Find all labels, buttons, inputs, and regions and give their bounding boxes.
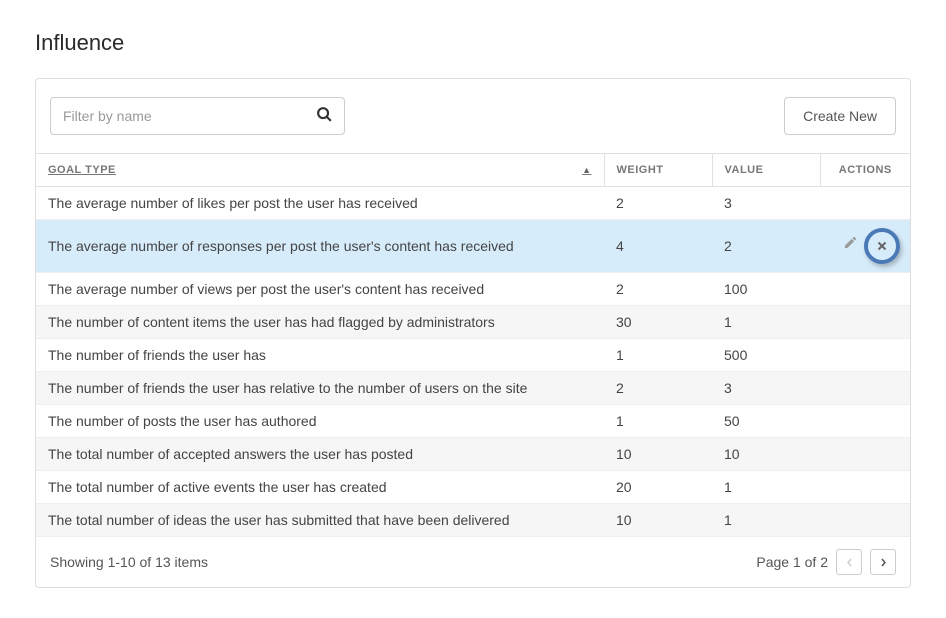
page-label: Page 1 of 2 bbox=[756, 554, 828, 570]
goal-type-cell: The average number of views per post the… bbox=[36, 273, 604, 306]
table-row[interactable]: The average number of likes per post the… bbox=[36, 187, 910, 220]
table-row[interactable]: The number of friends the user has relat… bbox=[36, 372, 910, 405]
page-title: Influence bbox=[35, 30, 911, 56]
value-cell: 100 bbox=[712, 273, 820, 306]
value-cell: 1 bbox=[712, 306, 820, 339]
influence-table: GOAL TYPE ▲ WEIGHT VALUE ACTIONS The ave… bbox=[36, 153, 910, 537]
value-cell: 50 bbox=[712, 405, 820, 438]
search-icon[interactable] bbox=[316, 106, 333, 126]
column-header-label: GOAL TYPE bbox=[48, 164, 116, 176]
actions-cell bbox=[820, 504, 910, 537]
prev-page-button[interactable] bbox=[836, 549, 862, 575]
value-cell: 1 bbox=[712, 471, 820, 504]
table-row[interactable]: The average number of views per post the… bbox=[36, 273, 910, 306]
column-header-weight[interactable]: WEIGHT bbox=[604, 154, 712, 187]
value-cell: 1 bbox=[712, 504, 820, 537]
value-cell: 3 bbox=[712, 187, 820, 220]
goal-type-cell: The number of friends the user has relat… bbox=[36, 372, 604, 405]
actions-cell bbox=[820, 372, 910, 405]
weight-cell: 1 bbox=[604, 405, 712, 438]
goal-type-cell: The total number of accepted answers the… bbox=[36, 438, 604, 471]
weight-cell: 1 bbox=[604, 339, 712, 372]
delete-highlight-circle bbox=[864, 228, 900, 264]
goal-type-cell: The number of friends the user has bbox=[36, 339, 604, 372]
table-footer: Showing 1-10 of 13 items Page 1 of 2 bbox=[36, 537, 910, 587]
sort-ascending-icon: ▲ bbox=[582, 165, 591, 175]
actions-cell bbox=[820, 438, 910, 471]
column-header-value[interactable]: VALUE bbox=[712, 154, 820, 187]
showing-text: Showing 1-10 of 13 items bbox=[50, 554, 208, 570]
column-header-goal-type[interactable]: GOAL TYPE ▲ bbox=[36, 154, 604, 187]
create-new-button[interactable]: Create New bbox=[784, 97, 896, 135]
edit-icon[interactable] bbox=[840, 232, 860, 252]
weight-cell: 10 bbox=[604, 438, 712, 471]
actions-cell bbox=[820, 306, 910, 339]
table-row[interactable]: The total number of accepted answers the… bbox=[36, 438, 910, 471]
goal-type-cell: The number of content items the user has… bbox=[36, 306, 604, 339]
table-row[interactable]: The total number of active events the us… bbox=[36, 471, 910, 504]
weight-cell: 10 bbox=[604, 504, 712, 537]
actions-cell bbox=[820, 339, 910, 372]
weight-cell: 20 bbox=[604, 471, 712, 504]
table-row[interactable]: The average number of responses per post… bbox=[36, 220, 910, 273]
actions-cell bbox=[820, 273, 910, 306]
weight-cell: 4 bbox=[604, 220, 712, 273]
influence-card: Create New GOAL TYPE ▲ WEIGHT VALUE ACTI… bbox=[35, 78, 911, 588]
table-row[interactable]: The number of posts the user has authore… bbox=[36, 405, 910, 438]
weight-cell: 2 bbox=[604, 187, 712, 220]
next-page-button[interactable] bbox=[870, 549, 896, 575]
search-wrap bbox=[50, 97, 345, 135]
table-row[interactable]: The number of content items the user has… bbox=[36, 306, 910, 339]
value-cell: 2 bbox=[712, 220, 820, 273]
pager: Page 1 of 2 bbox=[756, 549, 896, 575]
goal-type-cell: The average number of responses per post… bbox=[36, 220, 604, 273]
table-row[interactable]: The number of friends the user has1500 bbox=[36, 339, 910, 372]
value-cell: 500 bbox=[712, 339, 820, 372]
delete-icon[interactable] bbox=[872, 236, 892, 256]
column-header-actions: ACTIONS bbox=[820, 154, 910, 187]
weight-cell: 2 bbox=[604, 372, 712, 405]
search-input[interactable] bbox=[50, 97, 345, 135]
value-cell: 10 bbox=[712, 438, 820, 471]
goal-type-cell: The total number of ideas the user has s… bbox=[36, 504, 604, 537]
toolbar: Create New bbox=[36, 79, 910, 153]
goal-type-cell: The average number of likes per post the… bbox=[36, 187, 604, 220]
actions-cell bbox=[820, 471, 910, 504]
goal-type-cell: The total number of active events the us… bbox=[36, 471, 604, 504]
table-row[interactable]: The total number of ideas the user has s… bbox=[36, 504, 910, 537]
weight-cell: 30 bbox=[604, 306, 712, 339]
weight-cell: 2 bbox=[604, 273, 712, 306]
goal-type-cell: The number of posts the user has authore… bbox=[36, 405, 604, 438]
actions-cell bbox=[820, 187, 910, 220]
actions-cell bbox=[820, 405, 910, 438]
value-cell: 3 bbox=[712, 372, 820, 405]
actions-cell bbox=[820, 220, 910, 273]
